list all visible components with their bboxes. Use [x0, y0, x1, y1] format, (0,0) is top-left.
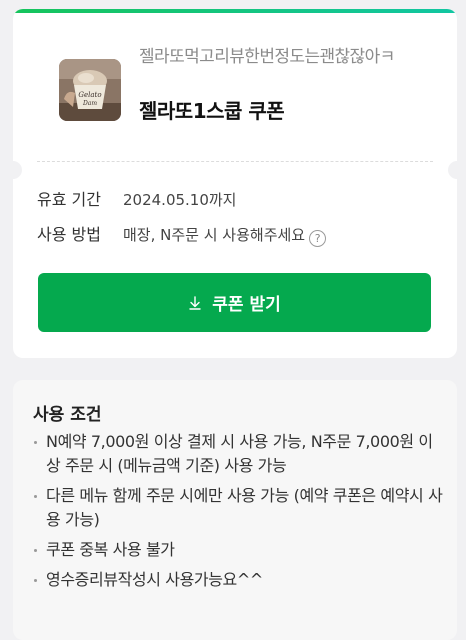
- get-coupon-button[interactable]: 쿠폰 받기: [38, 273, 431, 332]
- coupon-subtitle: 젤라또먹고리뷰한번정도는괜찮잖아ㅋ: [139, 47, 395, 67]
- dashed-divider: [37, 161, 433, 162]
- svg-text:Gelato: Gelato: [78, 91, 101, 99]
- get-coupon-label: 쿠폰 받기: [212, 295, 281, 315]
- expiry-label: 유효 기간: [37, 190, 101, 209]
- question-circle-icon[interactable]: ?: [309, 230, 327, 247]
- expiry-row: 유효 기간 2024.05.10까지: [37, 189, 236, 211]
- svg-text:Dam: Dam: [82, 100, 97, 107]
- ticket-notch-left: [13, 161, 22, 179]
- usage-row: 사용 방법 매장, N주문 시 사용해주세요?: [37, 224, 327, 247]
- coupon-thumbnail: Gelato Dam: [59, 59, 121, 121]
- condition-item: 영수증리뷰작성시 사용가능요^^: [33, 568, 443, 592]
- download-icon: [188, 295, 202, 310]
- usage-label: 사용 방법: [37, 225, 101, 244]
- expiry-value: 2024.05.10까지: [123, 191, 237, 209]
- conditions-title: 사용 조건: [33, 405, 102, 425]
- coupon-card: Gelato Dam 젤라또먹고리뷰한번정도는괜찮잖아ㅋ 젤라또1스쿱 쿠폰 유…: [13, 9, 457, 358]
- condition-item: 다른 메뉴 함께 주문 시에만 사용 가능 (예약 쿠폰은 예약시 사용 가능): [33, 484, 443, 532]
- usage-conditions-panel: 사용 조건 N예약 7,000원 이상 결제 시 사용 가능, N주문 7,00…: [13, 380, 457, 640]
- conditions-list: N예약 7,000원 이상 결제 시 사용 가능, N주문 7,000원 이상 …: [33, 430, 443, 598]
- coupon-title: 젤라또1스쿱 쿠폰: [139, 99, 285, 123]
- card-accent-bar: [13, 9, 457, 13]
- condition-item: 쿠폰 중복 사용 불가: [33, 538, 443, 562]
- gelato-cup-photo: Gelato Dam: [59, 59, 121, 121]
- ticket-notch-right: [448, 161, 457, 179]
- usage-value: 매장, N주문 시 사용해주세요: [123, 226, 306, 244]
- condition-item: N예약 7,000원 이상 결제 시 사용 가능, N주문 7,000원 이상 …: [33, 430, 443, 478]
